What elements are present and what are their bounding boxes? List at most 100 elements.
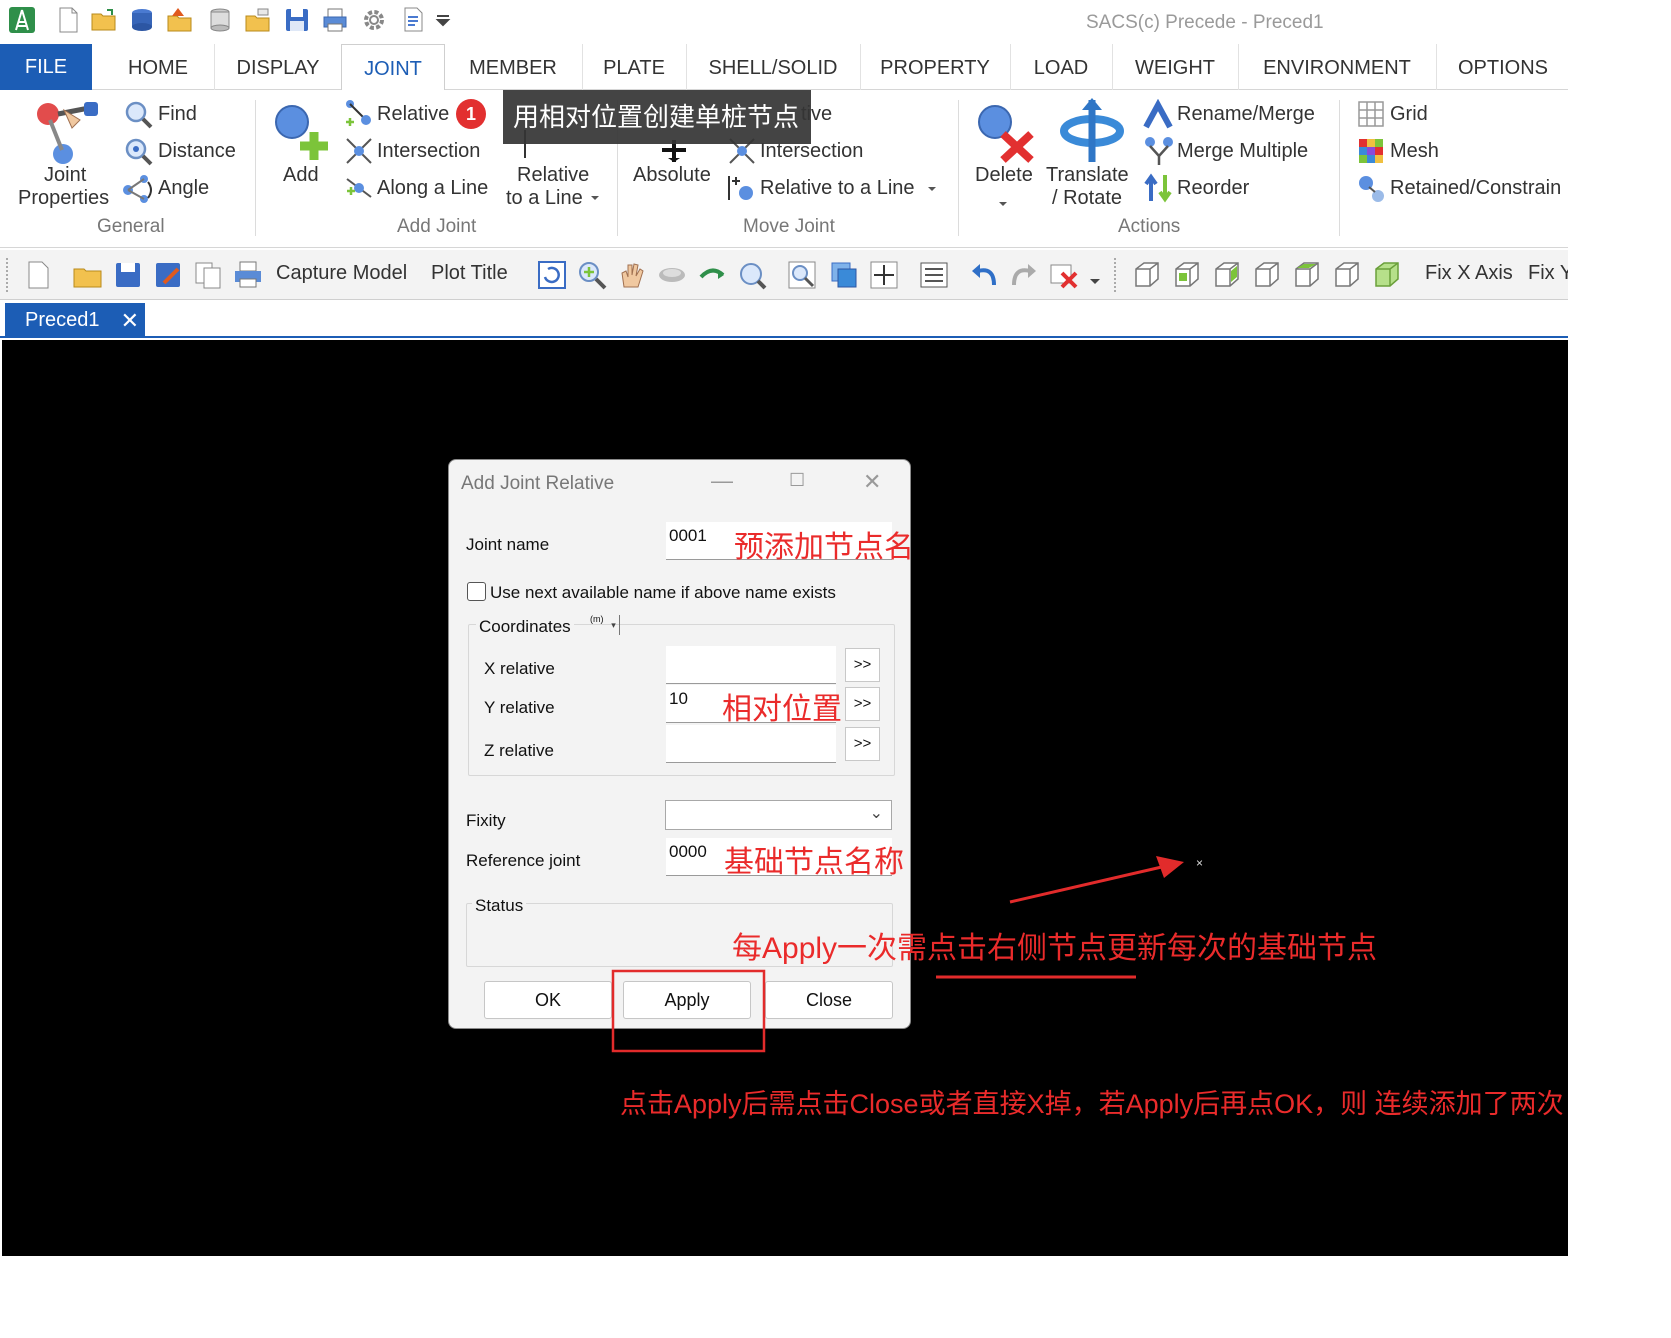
add-relative-icon[interactable]: [344, 98, 374, 128]
capture-model-button[interactable]: Capture Model: [276, 262, 407, 285]
pan-hand-icon[interactable]: [616, 259, 648, 291]
move-relative-to-line-button[interactable]: Relative to a Line: [760, 177, 915, 200]
rename-merge-button[interactable]: Rename/Merge: [1177, 103, 1315, 126]
print-icon[interactable]: [321, 6, 349, 34]
find-button[interactable]: Find: [158, 103, 197, 126]
tab-shell-solid[interactable]: SHELL/SOLID: [688, 44, 858, 90]
close-button[interactable]: Close: [765, 981, 893, 1019]
find-icon[interactable]: [124, 100, 154, 130]
open-folder-icon[interactable]: [90, 6, 118, 34]
view-front-icon[interactable]: [1130, 259, 1162, 291]
distance-button[interactable]: Distance: [158, 140, 236, 163]
list-view-icon[interactable]: [918, 259, 950, 291]
redraw-icon[interactable]: [536, 259, 568, 291]
add-intersection-button[interactable]: Intersection: [377, 140, 480, 163]
x-relative-input[interactable]: [666, 646, 836, 684]
chevron-down-icon[interactable]: [1088, 259, 1102, 291]
plot-title-button[interactable]: Plot Title: [431, 262, 508, 285]
toolbar-grip[interactable]: [6, 258, 10, 292]
z-relative-pick-button[interactable]: >>: [845, 727, 880, 761]
distance-icon[interactable]: [124, 137, 154, 167]
cylinder-icon[interactable]: [206, 6, 234, 34]
fix-y-axis-button[interactable]: Fix Y: [1528, 262, 1568, 285]
grid-icon[interactable]: [1357, 100, 1385, 128]
zoom-window-icon[interactable]: [736, 259, 768, 291]
tab-plate[interactable]: PLATE: [584, 44, 684, 90]
settings-gear-icon[interactable]: [360, 6, 388, 34]
delete-joint-icon[interactable]: [975, 102, 1037, 164]
relative-to-line-label-2[interactable]: to a Line: [506, 187, 583, 210]
joint-properties-label-1[interactable]: Joint: [44, 164, 86, 187]
view-right-icon[interactable]: [1250, 259, 1282, 291]
maximize-icon[interactable]: ☐: [789, 470, 805, 491]
new-document-icon[interactable]: [22, 259, 54, 291]
zoom-extents-icon[interactable]: [786, 259, 818, 291]
tab-file[interactable]: FILE: [0, 44, 92, 90]
tab-weight[interactable]: WEIGHT: [1114, 44, 1236, 90]
tab-joint[interactable]: JOINT: [341, 44, 445, 91]
delete-selection-icon[interactable]: [1048, 259, 1080, 291]
joint-properties-label-2[interactable]: Properties: [18, 187, 109, 210]
close-tab-icon[interactable]: ✕: [121, 303, 139, 338]
open-model-icon[interactable]: [166, 6, 194, 34]
tab-options[interactable]: OPTIONS: [1438, 44, 1568, 90]
reorder-button[interactable]: Reorder: [1177, 177, 1249, 200]
ok-button[interactable]: OK: [484, 981, 612, 1019]
angle-button[interactable]: Angle: [158, 177, 209, 200]
tab-display[interactable]: DISPLAY: [216, 44, 340, 90]
reference-joint-marker[interactable]: ×: [1196, 856, 1203, 870]
view-iso-icon[interactable]: [1370, 259, 1402, 291]
view-top-icon[interactable]: [1290, 259, 1322, 291]
add-joint-label[interactable]: Add: [283, 164, 319, 187]
undo-icon[interactable]: [968, 259, 1000, 291]
redo-icon[interactable]: [1008, 259, 1040, 291]
new-file-icon[interactable]: [54, 6, 82, 34]
tab-environment[interactable]: ENVIRONMENT: [1240, 44, 1434, 90]
rotate-view-icon[interactable]: [656, 259, 688, 291]
rename-merge-icon[interactable]: [1142, 99, 1174, 131]
merge-multiple-icon[interactable]: [1144, 136, 1174, 166]
translate-rotate-icon[interactable]: [1058, 98, 1126, 164]
use-next-name-checkbox[interactable]: [467, 582, 486, 601]
add-intersection-icon[interactable]: [344, 136, 374, 166]
fixity-select[interactable]: ⌄: [665, 800, 892, 830]
add-relative-button[interactable]: Relative: [377, 103, 449, 126]
add-along-line-button[interactable]: Along a Line: [377, 177, 488, 200]
add-joint-icon[interactable]: [272, 102, 334, 164]
open-recent-icon[interactable]: [244, 6, 272, 34]
tab-load[interactable]: LOAD: [1012, 44, 1110, 90]
view-bottom-icon[interactable]: [1330, 259, 1362, 291]
save-as-icon[interactable]: [152, 259, 184, 291]
print-model-icon[interactable]: [232, 259, 264, 291]
chevron-down-icon[interactable]: [590, 194, 600, 202]
angle-icon[interactable]: [122, 174, 156, 204]
move-absolute-button[interactable]: Absolute: [633, 164, 711, 187]
spin-icon[interactable]: [696, 259, 728, 291]
toolbar-grip[interactable]: [1114, 258, 1118, 292]
copy-icon[interactable]: [192, 259, 224, 291]
zoom-in-icon[interactable]: [576, 259, 608, 291]
move-relative-line-icon[interactable]: [726, 173, 758, 203]
translate-rotate-label-1[interactable]: Translate: [1046, 164, 1129, 187]
view-3d-icon[interactable]: [828, 259, 860, 291]
minimize-icon[interactable]: —: [711, 468, 733, 494]
save-file-icon[interactable]: [112, 259, 144, 291]
save-icon[interactable]: [283, 6, 311, 34]
open-file-icon[interactable]: [72, 259, 104, 291]
delete-button[interactable]: Delete: [975, 164, 1033, 187]
add-along-line-icon[interactable]: [344, 173, 374, 203]
axis-icon[interactable]: [868, 259, 900, 291]
z-relative-input[interactable]: [666, 725, 836, 763]
unit-dropdown[interactable]: ▾: [608, 615, 620, 635]
mesh-icon[interactable]: [1357, 137, 1385, 165]
reorder-icon[interactable]: [1143, 173, 1175, 203]
report-icon[interactable]: [400, 6, 428, 34]
view-back-icon[interactable]: [1170, 259, 1202, 291]
relative-to-line-label-1[interactable]: Relative: [517, 164, 589, 187]
tab-member[interactable]: MEMBER: [446, 44, 580, 90]
view-left-icon[interactable]: [1210, 259, 1242, 291]
tab-property[interactable]: PROPERTY: [862, 44, 1008, 90]
grid-button[interactable]: Grid: [1390, 103, 1428, 126]
mesh-button[interactable]: Mesh: [1390, 140, 1439, 163]
chevron-down-icon[interactable]: [998, 200, 1008, 208]
